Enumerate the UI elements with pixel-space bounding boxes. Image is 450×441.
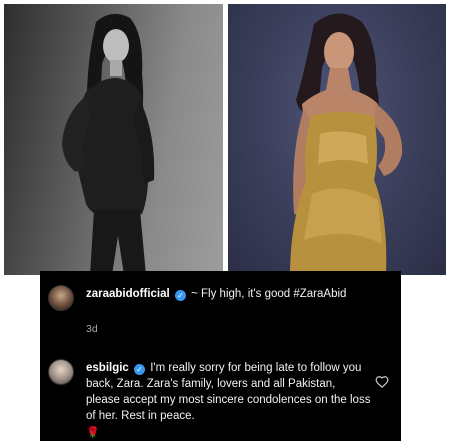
woman-in-black-suit-photo: [62, 13, 155, 275]
woman-in-gold-dress-photo: [290, 13, 403, 275]
comment-text-block: esbilgic ✓ I'm really sorry for being la…: [86, 360, 371, 440]
verified-badge-icon: ✓: [174, 290, 186, 301]
rose-emoji: 🌹: [86, 427, 100, 439]
comment-text: I'm really sorry for being late to follo…: [86, 362, 371, 422]
avatar[interactable]: [48, 359, 74, 385]
left-photo: [4, 4, 223, 275]
comments-panel: zaraabidofficial ✓ ~ Fly high, it's good…: [40, 271, 401, 441]
avatar[interactable]: [48, 285, 74, 311]
comment-text-block: zaraabidofficial ✓ ~ Fly high, it's good…: [86, 286, 371, 302]
comment-timestamp: 3d: [86, 323, 98, 335]
heart-outline-icon[interactable]: [375, 375, 389, 389]
right-photo: [228, 4, 446, 275]
comment-username[interactable]: zaraabidofficial: [86, 288, 170, 300]
comment-username[interactable]: esbilgic: [86, 362, 129, 374]
verified-badge-icon: ✓: [134, 364, 146, 375]
comment-text: ~ Fly high, it's good #ZaraAbid: [191, 288, 347, 300]
